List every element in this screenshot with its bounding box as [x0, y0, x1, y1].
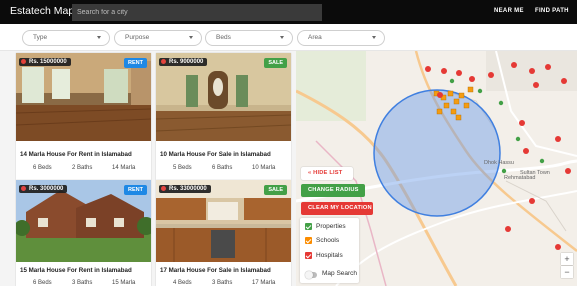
chevron-left-icon: « [308, 170, 312, 176]
area-filter-label: Area [308, 34, 322, 41]
rent-badge: RENT [124, 58, 147, 68]
area-size: 15 Marla [112, 280, 136, 286]
beds-count: 4 Beds [173, 280, 192, 286]
price-value: Rs. 33000000 [169, 186, 207, 193]
change-radius-button[interactable]: CHANGE RADIUS [301, 184, 365, 197]
top-bar: Estatech Maps NEAR ME FIND PATH [0, 0, 577, 24]
price-tag: Rs. 9000000 [159, 58, 208, 67]
location-pin-icon [161, 186, 166, 191]
checkbox-checked-icon [305, 223, 312, 230]
baths-count: 3 Baths [72, 280, 93, 286]
area-filter[interactable]: Area [297, 30, 385, 46]
zoom-in-button[interactable]: + [561, 253, 573, 265]
type-filter[interactable]: Type [22, 30, 110, 46]
area-size: 17 Marla [252, 280, 276, 286]
price-tag: Rs. 33000000 [159, 185, 211, 194]
listing-card[interactable]: Rs. 3000000 RENT 15 Marla House For Rent… [16, 180, 151, 286]
area-size: 10 Marla [252, 165, 276, 171]
hospitals-layer-label: Hospitals [316, 252, 343, 260]
price-value: Rs. 3000000 [29, 186, 64, 193]
listing-title[interactable]: 17 Marla House For Sale in Islamabad [160, 267, 271, 274]
purpose-filter-label: Purpose [125, 34, 150, 41]
purpose-filter[interactable]: Purpose [114, 30, 202, 46]
location-pin-icon [21, 59, 26, 64]
baths-count: 6 Baths [212, 165, 233, 171]
listing-title[interactable]: 15 Marla House For Rent in Islamabad [20, 267, 132, 274]
location-pin-icon [161, 59, 166, 64]
beds-filter-label: Beds [216, 34, 231, 41]
filter-bar: Type Purpose Beds Area [0, 24, 577, 51]
find-path-link[interactable]: FIND PATH [535, 8, 569, 14]
rent-badge: RENT [124, 185, 147, 195]
hide-list-label: HIDE LIST [313, 170, 343, 176]
price-tag: Rs. 15000000 [19, 58, 71, 67]
listing-card[interactable]: Rs. 33000000 SALE 17 Marla House For Sal… [156, 180, 291, 286]
beds-count: 6 Beds [33, 165, 52, 171]
beds-count: 6 Beds [33, 280, 52, 286]
listing-title[interactable]: 14 Marla House For Rent in Islamabad [20, 151, 132, 158]
price-tag: Rs. 3000000 [19, 185, 68, 194]
sale-badge: SALE [264, 185, 287, 195]
hide-list-button[interactable]: « HIDE LIST [301, 167, 353, 180]
place-label: Sultan Town [520, 170, 550, 176]
clear-location-button[interactable]: CLEAR MY LOCATION [301, 202, 373, 215]
price-value: Rs. 15000000 [29, 59, 67, 66]
checkbox-checked-icon [305, 252, 312, 259]
hospitals-layer-toggle[interactable]: Hospitals [305, 252, 343, 259]
chevron-down-icon [189, 36, 193, 39]
beds-count: 5 Beds [173, 165, 192, 171]
price-value: Rs. 9000000 [169, 59, 204, 66]
near-me-link[interactable]: NEAR ME [494, 8, 524, 14]
baths-count: 3 Baths [212, 280, 233, 286]
place-label: Dhok Hassu [484, 160, 514, 166]
chevron-down-icon [97, 36, 101, 39]
listing-title[interactable]: 10 Marla House For Sale in Islamabad [160, 151, 271, 158]
chevron-down-icon [280, 36, 284, 39]
chevron-down-icon [372, 36, 376, 39]
area-size: 14 Marla [112, 165, 136, 171]
location-pin-icon [21, 186, 26, 191]
listing-panel: Rs. 15000000 RENT 14 Marla House For Ren… [0, 51, 296, 286]
brand-title[interactable]: Estatech Maps [10, 5, 79, 17]
toggle-knob [305, 271, 313, 279]
checkbox-checked-icon [305, 237, 312, 244]
beds-filter[interactable]: Beds [205, 30, 293, 46]
baths-count: 2 Baths [72, 165, 93, 171]
zoom-out-button[interactable]: − [561, 266, 573, 278]
listing-card[interactable]: Rs. 9000000 SALE 10 Marla House For Sale… [156, 53, 291, 180]
map-search-label: Map Search [322, 270, 358, 277]
sale-badge: SALE [264, 58, 287, 68]
properties-layer-toggle[interactable]: Properties [305, 223, 346, 230]
schools-layer-toggle[interactable]: Schools [305, 237, 339, 244]
map-search-toggle[interactable] [305, 271, 317, 279]
listing-card[interactable]: Rs. 15000000 RENT 14 Marla House For Ren… [16, 53, 151, 180]
schools-layer-label: Schools [316, 237, 340, 245]
properties-layer-label: Properties [316, 223, 346, 231]
city-search-input[interactable] [72, 4, 322, 21]
type-filter-label: Type [33, 34, 48, 41]
